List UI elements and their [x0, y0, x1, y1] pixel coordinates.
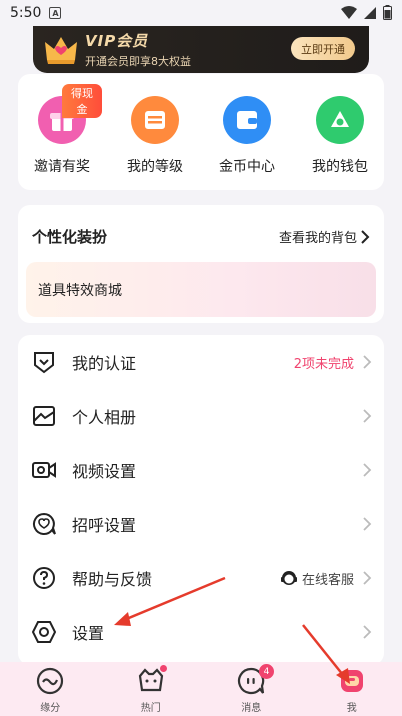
tab-messages[interactable]: 4 消息 — [201, 662, 302, 716]
menu-item-help-feedback[interactable]: 帮助与反馈 在线客服 — [18, 551, 384, 605]
quick-item-label: 金币中心 — [219, 159, 275, 175]
wifi-icon — [341, 5, 357, 19]
tab-label: 缘分 — [40, 703, 61, 714]
notification-icon: A — [49, 7, 62, 19]
video-icon — [32, 462, 56, 478]
menu-item-label: 个人相册 — [72, 408, 137, 427]
personalization-card: 个性化装扮 查看我的背包 道具特效商城 — [18, 205, 384, 323]
message-count-badge: 4 — [259, 664, 274, 679]
props-shop-banner[interactable]: 道具特效商城 — [26, 262, 376, 317]
tab-me[interactable]: 我 — [302, 662, 402, 716]
album-icon — [33, 406, 55, 426]
chevron-right-icon — [361, 229, 370, 244]
certification-status: 2项未完成 — [293, 356, 354, 372]
quick-item-coin-center[interactable]: 金币中心 — [207, 96, 287, 176]
battery-icon — [383, 5, 392, 20]
chevron-right-icon — [363, 625, 372, 639]
chevron-right-icon — [363, 571, 372, 585]
view-backpack-link[interactable]: 查看我的背包 — [279, 227, 370, 246]
chevron-right-icon — [363, 463, 372, 477]
settings-icon — [32, 621, 56, 643]
crown-icon — [45, 36, 77, 64]
hot-new-dot — [159, 665, 167, 672]
section-title: 个性化装扮 — [32, 228, 108, 246]
menu-item-label: 帮助与反馈 — [72, 570, 153, 589]
quick-item-wallet[interactable]: 我的钱包 — [300, 96, 380, 176]
online-service-label: 在线客服 — [301, 572, 354, 588]
tab-label: 我 — [346, 703, 357, 714]
view-backpack-label: 查看我的背包 — [278, 231, 357, 246]
level-icon — [131, 96, 179, 144]
online-service[interactable]: 在线客服 — [280, 569, 354, 588]
tab-fate[interactable]: 缘分 — [0, 662, 101, 716]
quick-actions-card: 得现金 邀请有奖 我的等级 金币中心 我的钱包 — [18, 74, 384, 190]
chevron-right-icon — [363, 355, 372, 369]
settings-menu: 我的认证 2项未完成 个人相册 视频设置 招呼设置 帮助与反馈 在线客服 设置 — [18, 335, 384, 665]
tab-label: 热门 — [140, 703, 161, 714]
menu-item-greeting-settings[interactable]: 招呼设置 — [18, 497, 384, 551]
menu-item-label: 设置 — [72, 624, 105, 643]
bottom-tab-bar: 缘分 热门 4 消息 我 — [0, 662, 402, 716]
status-bar: 5:50 A — [0, 0, 402, 26]
menu-item-video-settings[interactable]: 视频设置 — [18, 443, 384, 497]
vip-open-button[interactable]: 立即开通 — [291, 37, 355, 60]
quick-item-invite[interactable]: 得现金 邀请有奖 — [22, 84, 102, 176]
menu-item-label: 我的认证 — [72, 354, 137, 373]
quick-item-label: 我的钱包 — [312, 159, 368, 175]
signal-icon — [364, 6, 376, 19]
menu-item-label: 视频设置 — [72, 462, 137, 481]
quick-item-label: 邀请有奖 — [34, 159, 90, 175]
vip-banner[interactable]: VIP会员 开通会员即享8大权益 立即开通 — [33, 26, 369, 73]
certify-icon — [34, 352, 54, 374]
greet-icon — [33, 512, 56, 535]
cash-badge: 得现金 — [62, 84, 102, 118]
me-icon — [340, 670, 363, 692]
menu-item-certification[interactable]: 我的认证 2项未完成 — [18, 335, 384, 389]
status-icons — [341, 5, 392, 20]
money-icon — [316, 96, 364, 144]
vip-subtitle: 开通会员即享8大权益 — [85, 55, 191, 68]
help-icon — [33, 567, 55, 589]
quick-item-label: 我的等级 — [127, 159, 183, 175]
tab-label: 消息 — [241, 703, 262, 714]
menu-item-settings[interactable]: 设置 — [18, 605, 384, 659]
vip-title: VIP会员 — [85, 32, 149, 50]
wallet-icon — [223, 96, 271, 144]
status-time: 5:50 — [10, 5, 42, 21]
tab-hot[interactable]: 热门 — [101, 662, 202, 716]
chevron-right-icon — [363, 409, 372, 423]
fate-icon — [37, 667, 64, 695]
chevron-right-icon — [363, 517, 372, 531]
headset-icon — [280, 571, 297, 585]
quick-item-level[interactable]: 我的等级 — [115, 96, 195, 176]
menu-item-label: 招呼设置 — [72, 516, 137, 535]
props-shop-label: 道具特效商城 — [38, 282, 122, 299]
menu-item-album[interactable]: 个人相册 — [18, 389, 384, 443]
